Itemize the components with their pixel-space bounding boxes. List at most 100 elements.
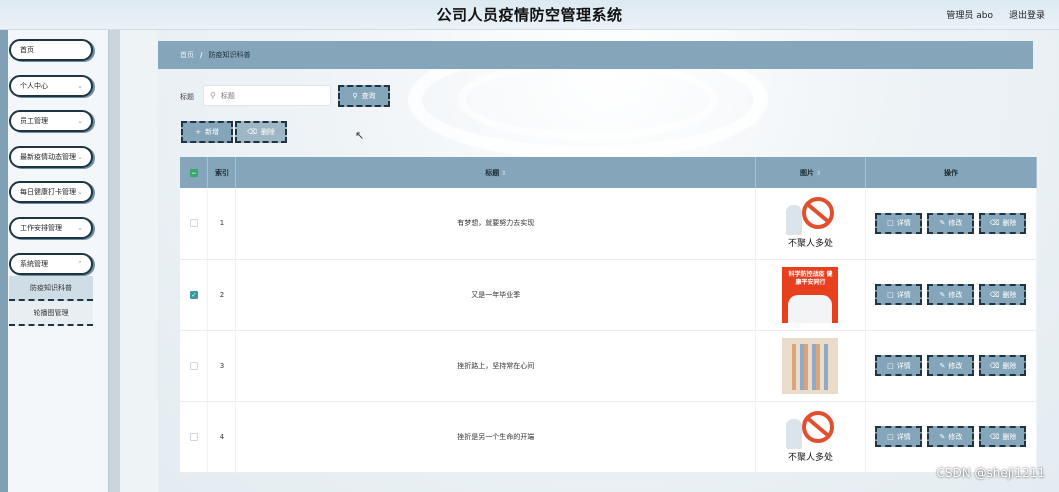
detail-button-label: 详情 [896, 432, 911, 441]
delete-button[interactable]: ⌫ 删除 [979, 426, 1027, 447]
background-decoration [458, 60, 718, 140]
edit-button-label: 修改 [948, 290, 963, 299]
row-checkbox-cell[interactable] [180, 188, 209, 260]
breadcrumb-current: 防疫知识科普 [208, 51, 251, 59]
row-checkbox-cell[interactable] [180, 401, 209, 473]
detail-button[interactable]: □ 详情 [875, 284, 923, 305]
row-index: 4 [207, 401, 237, 473]
row-title: 又是一年毕业季 [235, 259, 757, 331]
top-header: 公司人员疫情防空管理系统 管理员 abo 退出登录 [0, 0, 1059, 30]
query-button[interactable]: ⚲ 查询 [338, 85, 390, 107]
row-checkbox-cell[interactable] [180, 330, 209, 402]
thumbnail-caption: 不聚人多处 [787, 452, 833, 463]
edit-icon: ✎ [939, 219, 946, 228]
table-header-row: − 索引 标题 ⇕ 图片 ⇕ 操作 [180, 157, 1038, 188]
watermark-text: CSDN @sheji1211 [936, 466, 1045, 480]
row-image-cell: 科学防控战疫 健康平安同行 [755, 259, 866, 331]
logout-link[interactable]: 退出登录 [1009, 8, 1045, 21]
row-thumbnail[interactable]: 不聚人多处 [782, 408, 839, 465]
submenu-item-carousel[interactable]: 轮播图管理 [9, 301, 93, 326]
edit-button[interactable]: ✎ 修改 [927, 426, 975, 447]
row-image-cell [755, 330, 866, 402]
row-actions: □ 详情 ✎ 修改 ⌫ 删除 [865, 330, 1038, 402]
thumbnail-caption: 科学防控战疫 健康平安同行 [788, 270, 833, 286]
table-row: 3 挫折路上，坚持常在心间 □ 详情 ✎ 修改 ⌫ 删除 [180, 330, 1038, 402]
row-checkbox[interactable] [189, 219, 198, 228]
row-actions: □ 详情 ✎ 修改 ⌫ 删除 [865, 188, 1038, 260]
sidebar-item-health-checkin[interactable]: 每日健康打卡管理 ⌄ [9, 181, 93, 203]
breadcrumb-home[interactable]: 首页 [180, 50, 194, 60]
row-thumbnail[interactable]: 不聚人多处 [782, 195, 839, 252]
trash-icon: ⌫ [989, 219, 1000, 228]
detail-icon: □ [887, 219, 894, 228]
row-title: 挫折路上，坚持常在心间 [235, 330, 757, 402]
breadcrumb-separator: / [200, 51, 203, 59]
row-checkbox[interactable] [189, 361, 198, 370]
sidebar-item-label: 工作安排管理 [20, 224, 62, 232]
detail-button[interactable]: □ 详情 [875, 426, 923, 447]
edit-button[interactable]: ✎ 修改 [927, 355, 975, 376]
column-header-title[interactable]: 标题 ⇕ [235, 157, 757, 188]
sidebar-item-profile[interactable]: 个人中心 ⌄ [9, 75, 93, 97]
row-actions: □ 详情 ✎ 修改 ⌫ 删除 [865, 259, 1038, 331]
thumbnail-caption: 不聚人多处 [787, 239, 833, 250]
select-all-checkbox[interactable]: − [189, 168, 198, 177]
search-label: 标题 [180, 93, 194, 101]
edit-button[interactable]: ✎ 修改 [927, 212, 975, 234]
table-row: 4 挫折是另一个生命的开端 不聚人多处 □ 详情 ✎ 修改 ⌫ 删除 [180, 401, 1038, 473]
column-header-image-label: 图片 [799, 168, 814, 177]
sidebar-item-label: 系统管理 [20, 260, 48, 268]
search-field[interactable]: ⚲ [203, 85, 331, 106]
mouse-cursor-icon: ↖ [355, 129, 365, 142]
row-thumbnail[interactable] [782, 337, 839, 394]
submenu-item-knowledge[interactable]: 防疫知识科普 [9, 276, 93, 301]
batch-delete-button[interactable]: ⌫ 删除 [235, 121, 287, 143]
sidebar-item-epidemic-news[interactable]: 最新疫情动态管理 ⌄ [9, 146, 93, 168]
submenu-item-label: 防疫知识科普 [30, 283, 72, 292]
row-index: 3 [207, 330, 237, 402]
sort-icon[interactable]: ⇕ [816, 170, 821, 177]
sidebar-scrollbar[interactable] [108, 30, 120, 492]
delete-button[interactable]: ⌫ 删除 [979, 284, 1027, 305]
delete-button[interactable]: ⌫ 删除 [979, 212, 1027, 234]
chevron-down-icon: ⌄ [77, 188, 83, 196]
detail-icon: □ [887, 361, 894, 370]
select-all-cell[interactable]: − [180, 157, 209, 188]
edit-icon: ✎ [939, 361, 946, 370]
sidebar-item-work-schedule[interactable]: 工作安排管理 ⌄ [9, 217, 93, 239]
detail-button[interactable]: □ 详情 [875, 355, 923, 376]
sidebar-item-label: 员工管理 [20, 117, 48, 125]
sort-icon[interactable]: ⇕ [501, 170, 506, 177]
search-input[interactable] [220, 91, 321, 100]
sidebar-strip [0, 30, 8, 492]
trash-icon: ⌫ [247, 128, 257, 136]
detail-button-label: 详情 [896, 361, 911, 370]
chevron-down-icon: ⌄ [77, 224, 83, 232]
row-index: 2 [207, 259, 237, 331]
row-actions: □ 详情 ✎ 修改 ⌫ 删除 [865, 401, 1038, 473]
sidebar-item-system[interactable]: 系统管理 ⌃ [9, 253, 93, 275]
column-header-index: 索引 [207, 157, 237, 188]
trash-icon: ⌫ [989, 361, 1000, 370]
table-row: ✓ 2 又是一年毕业季 科学防控战疫 健康平安同行 □ 详情 ✎ 修改 ⌫ 删除 [180, 259, 1038, 331]
search-icon: ⚲ [210, 91, 216, 100]
edit-button[interactable]: ✎ 修改 [927, 284, 975, 305]
chevron-down-icon: ⌄ [77, 153, 83, 161]
row-image-cell: 不聚人多处 [755, 401, 866, 473]
row-title: 有梦想，就要努力去实现 [235, 188, 757, 260]
detail-button-label: 详情 [896, 290, 911, 299]
row-checkbox[interactable] [189, 432, 198, 441]
row-checkbox-checked[interactable]: ✓ [189, 290, 198, 299]
delete-button-label: 删除 [260, 128, 275, 136]
sidebar-item-home[interactable]: 首页 [9, 39, 93, 61]
row-thumbnail[interactable]: 科学防控战疫 健康平安同行 [782, 266, 839, 323]
edit-icon: ✎ [939, 432, 946, 441]
add-button[interactable]: + 新增 [181, 121, 233, 143]
column-header-image[interactable]: 图片 ⇕ [755, 157, 866, 188]
sidebar-item-employees[interactable]: 员工管理 ⌄ [9, 110, 93, 132]
header-user-area: 管理员 abo 退出登录 [946, 8, 1045, 21]
row-checkbox-cell[interactable]: ✓ [180, 259, 209, 331]
delete-button[interactable]: ⌫ 删除 [979, 355, 1027, 376]
sidebar-item-label: 个人中心 [20, 82, 48, 90]
detail-button[interactable]: □ 详情 [875, 212, 923, 234]
